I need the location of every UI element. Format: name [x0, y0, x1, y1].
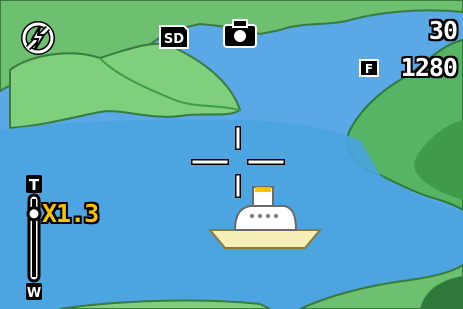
- sd-card-label: SD: [164, 32, 184, 47]
- zoom-wide-label: W: [27, 286, 41, 301]
- quality-icon-letter: F: [365, 62, 373, 76]
- image-size-value: 1280: [400, 53, 458, 82]
- zoom-level-indicator: [26, 206, 42, 222]
- camera-lcd-screen: SD 30 F 1280 T W X1.3: [0, 0, 463, 309]
- zoom-bar: T W: [26, 175, 42, 301]
- flash-off-icon: [21, 21, 55, 55]
- zoom-tele-label: T: [29, 176, 40, 194]
- camera-mode-icon: [223, 19, 257, 48]
- zoom-value: X1.3: [42, 199, 99, 228]
- sd-card-icon: SD: [158, 24, 190, 50]
- fine-quality-icon: F: [359, 59, 379, 77]
- af-target-crosshair: [191, 126, 285, 198]
- shots-remaining-count: 30: [428, 16, 458, 45]
